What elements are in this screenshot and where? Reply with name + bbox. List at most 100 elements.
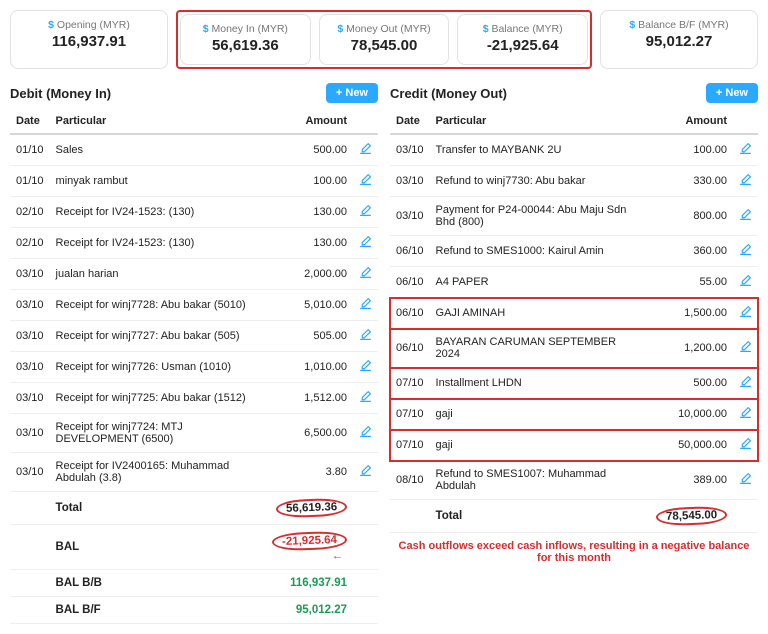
- debit-bal-value: -21,925.64: [272, 531, 348, 552]
- col-amount: Amount: [644, 109, 733, 134]
- card-balance: $ Balance (MYR) -21,925.64: [457, 14, 588, 65]
- cell-amount: 1,200.00: [644, 329, 733, 368]
- balance-bf-label: Balance B/F (MYR): [638, 19, 728, 31]
- highlighted-summary: $ Money In (MYR) 56,619.36 $ Money Out (…: [176, 10, 592, 69]
- edit-icon[interactable]: [359, 235, 372, 248]
- edit-icon[interactable]: [359, 266, 372, 279]
- balance-label: Balance (MYR): [491, 23, 562, 35]
- cell-amount: 330.00: [644, 166, 733, 197]
- annotation-text: Cash outflows exceed cash inflows, resul…: [396, 540, 752, 564]
- cell-date: 02/10: [10, 197, 50, 228]
- credit-total-label: Total: [430, 500, 644, 533]
- edit-icon[interactable]: [359, 464, 372, 477]
- edit-icon[interactable]: [359, 173, 372, 186]
- balance-value: -21,925.64: [468, 37, 577, 54]
- table-row: 07/10gaji50,000.00: [390, 430, 758, 461]
- cell-particular: Receipt for winj7727: Abu bakar (505): [50, 321, 254, 352]
- edit-icon[interactable]: [359, 297, 372, 310]
- balance-bf-value: 95,012.27: [611, 33, 747, 50]
- cell-date: 01/10: [10, 134, 50, 166]
- edit-icon[interactable]: [739, 173, 752, 186]
- cell-amount: 10,000.00: [644, 399, 733, 430]
- edit-icon[interactable]: [739, 142, 752, 155]
- table-row: 03/10Receipt for winj7724: MTJ DEVELOPME…: [10, 414, 378, 453]
- cell-date: 03/10: [390, 134, 430, 166]
- cell-amount: 360.00: [644, 236, 733, 267]
- cell-date: 03/10: [10, 290, 50, 321]
- edit-icon[interactable]: [359, 359, 372, 372]
- cell-date: 03/10: [390, 166, 430, 197]
- col-date: Date: [10, 109, 50, 134]
- debit-total-label: Total: [50, 492, 254, 525]
- cell-date: 02/10: [10, 228, 50, 259]
- cell-particular: Receipt for IV24-1523: (130): [50, 197, 254, 228]
- edit-icon[interactable]: [739, 375, 752, 388]
- cell-particular: gaji: [430, 399, 644, 430]
- cell-date: 06/10: [390, 298, 430, 329]
- card-money-out: $ Money Out (MYR) 78,545.00: [319, 14, 450, 65]
- edit-icon[interactable]: [739, 243, 752, 256]
- table-row: 06/10GAJI AMINAH1,500.00: [390, 298, 758, 329]
- cell-particular: Sales: [50, 134, 254, 166]
- edit-icon[interactable]: [359, 390, 372, 403]
- cell-particular: BAYARAN CARUMAN SEPTEMBER 2024: [430, 329, 644, 368]
- cell-amount: 1,512.00: [253, 383, 353, 414]
- edit-icon[interactable]: [359, 204, 372, 217]
- edit-icon[interactable]: [739, 305, 752, 318]
- opening-label: Opening (MYR): [57, 19, 130, 31]
- cell-amount: 6,500.00: [253, 414, 353, 453]
- table-row: 03/10Receipt for winj7727: Abu bakar (50…: [10, 321, 378, 352]
- edit-icon[interactable]: [359, 142, 372, 155]
- cell-particular: A4 PAPER: [430, 267, 644, 298]
- cell-date: 03/10: [10, 259, 50, 290]
- credit-total-value: 78,545.00: [656, 506, 728, 526]
- cell-particular: Payment for P24-00044: Abu Maju Sdn Bhd …: [430, 197, 644, 236]
- debit-column: Debit (Money In) + New Date Particular A…: [10, 83, 378, 624]
- cell-particular: Installment LHDN: [430, 368, 644, 399]
- col-date: Date: [390, 109, 430, 134]
- cell-amount: 389.00: [644, 461, 733, 500]
- cell-date: 01/10: [10, 166, 50, 197]
- new-credit-button[interactable]: + New: [706, 83, 758, 103]
- edit-icon[interactable]: [739, 340, 752, 353]
- edit-icon[interactable]: [739, 406, 752, 419]
- edit-icon[interactable]: [739, 437, 752, 450]
- edit-icon[interactable]: [359, 425, 372, 438]
- table-row: 06/10A4 PAPER55.00: [390, 267, 758, 298]
- money-in-value: 56,619.36: [191, 37, 300, 54]
- credit-title: Credit (Money Out): [390, 86, 507, 101]
- edit-icon[interactable]: [739, 472, 752, 485]
- opening-value: 116,937.91: [21, 33, 157, 50]
- col-amount: Amount: [253, 109, 353, 134]
- col-particular: Particular: [430, 109, 644, 134]
- card-balance-bf: $ Balance B/F (MYR) 95,012.27: [600, 10, 758, 69]
- debit-title: Debit (Money In): [10, 86, 111, 101]
- cell-amount: 55.00: [644, 267, 733, 298]
- table-row: 07/10Installment LHDN500.00: [390, 368, 758, 399]
- table-row: 07/10gaji10,000.00: [390, 399, 758, 430]
- cell-particular: GAJI AMINAH: [430, 298, 644, 329]
- cell-date: 03/10: [10, 383, 50, 414]
- table-row: 03/10Receipt for winj7728: Abu bakar (50…: [10, 290, 378, 321]
- cell-amount: 130.00: [253, 228, 353, 259]
- table-row: 03/10Transfer to MAYBANK 2U100.00: [390, 134, 758, 166]
- table-row: 03/10Refund to winj7730: Abu bakar330.00: [390, 166, 758, 197]
- debit-table: Date Particular Amount 01/10Sales500.000…: [10, 109, 378, 624]
- card-money-in: $ Money In (MYR) 56,619.36: [180, 14, 311, 65]
- cell-particular: gaji: [430, 430, 644, 461]
- cell-amount: 50,000.00: [644, 430, 733, 461]
- new-debit-button[interactable]: + New: [326, 83, 378, 103]
- edit-icon[interactable]: [739, 208, 752, 221]
- cell-particular: jualan harian: [50, 259, 254, 290]
- edit-icon[interactable]: [359, 328, 372, 341]
- table-row: 03/10Receipt for winj7726: Usman (1010)1…: [10, 352, 378, 383]
- money-out-label: Money Out (MYR): [346, 23, 431, 35]
- cell-date: 06/10: [390, 329, 430, 368]
- cell-amount: 1,010.00: [253, 352, 353, 383]
- cell-date: 07/10: [390, 368, 430, 399]
- edit-icon[interactable]: [739, 274, 752, 287]
- cell-amount: 5,010.00: [253, 290, 353, 321]
- cell-amount: 800.00: [644, 197, 733, 236]
- money-out-value: 78,545.00: [330, 37, 439, 54]
- cell-amount: 1,500.00: [644, 298, 733, 329]
